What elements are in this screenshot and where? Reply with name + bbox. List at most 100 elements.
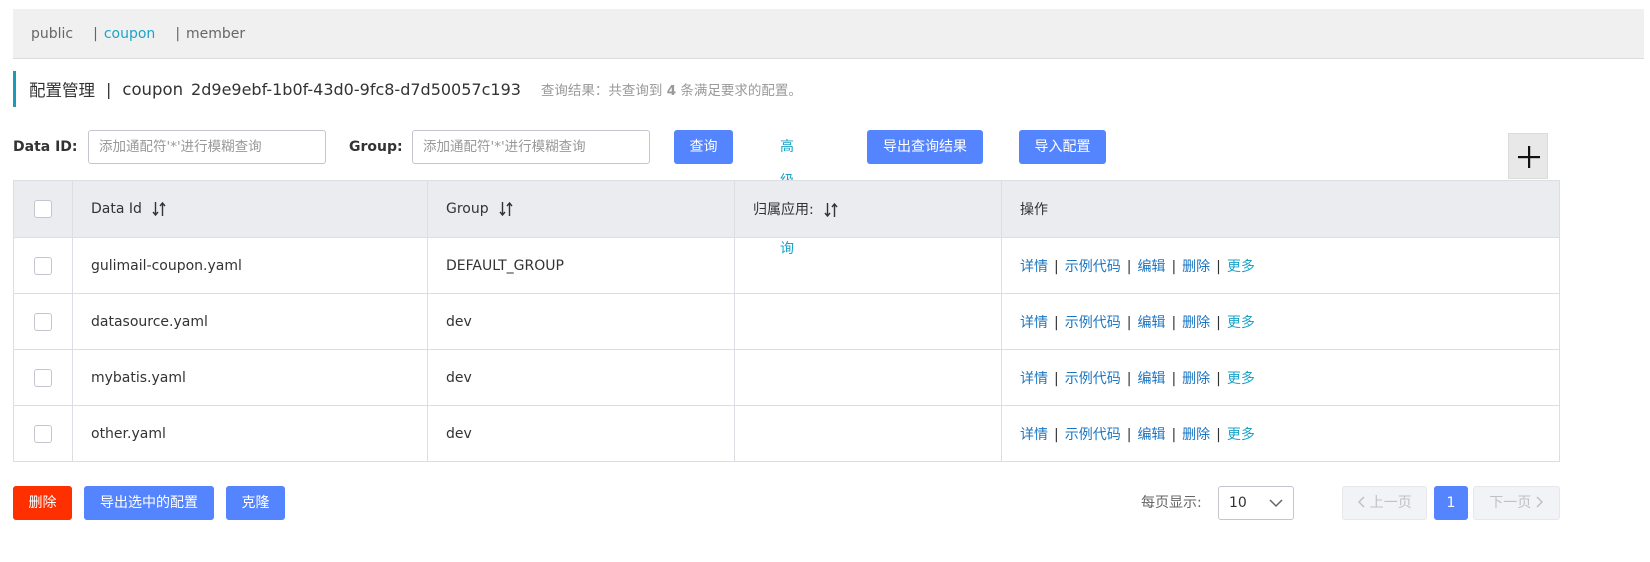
op-separator: | — [1054, 314, 1059, 331]
sample-code-link[interactable]: 示例代码 — [1065, 315, 1121, 331]
cell-app — [734, 293, 1002, 350]
sample-code-link[interactable]: 示例代码 — [1065, 427, 1121, 443]
query-button[interactable]: 查询 — [674, 130, 733, 164]
op-separator: | — [1171, 258, 1177, 275]
edit-link[interactable]: 编辑 — [1137, 259, 1165, 275]
next-page-button[interactable]: 下一页 — [1473, 486, 1560, 520]
advanced-query-link[interactable]: 高级查询 — [780, 130, 794, 257]
batch-delete-button[interactable]: 删除 — [13, 486, 72, 520]
sort-icon[interactable] — [824, 202, 838, 218]
current-page-button[interactable]: 1 — [1434, 486, 1468, 520]
table-header-row: Data Id Group 归属应用: 操作 — [13, 180, 1560, 238]
col-header-data-id-label: Data Id — [91, 201, 142, 217]
op-separator: | — [1054, 426, 1059, 443]
group-label: Group: — [349, 139, 403, 155]
import-config-button[interactable]: 导入配置 — [1019, 130, 1106, 164]
op-separator: | — [1054, 370, 1059, 387]
export-selected-button[interactable]: 导出选中的配置 — [84, 486, 214, 520]
cell-ops: 详情 | 示例代码 | 编辑 | 删除 | 更多 — [1001, 405, 1560, 462]
namespace-name: coupon — [122, 79, 184, 99]
cell-app — [734, 237, 1002, 294]
row-checkbox[interactable] — [34, 312, 52, 331]
query-result-summary: 查询结果：共查询到 4 条满足要求的配置。 — [541, 79, 802, 99]
delete-link[interactable]: 删除 — [1182, 259, 1210, 275]
op-separator: | — [1216, 426, 1221, 443]
sample-code-link[interactable]: 示例代码 — [1065, 259, 1121, 275]
cell-data-id: mybatis.yaml — [72, 349, 428, 406]
col-header-app[interactable]: 归属应用: — [734, 180, 1002, 238]
col-header-ops: 操作 — [1001, 180, 1560, 238]
sort-icon[interactable] — [152, 201, 166, 217]
row-checkbox[interactable] — [34, 368, 52, 387]
page-size-value: 10 — [1229, 495, 1247, 511]
cell-ops: 详情 | 示例代码 | 编辑 | 删除 | 更多 — [1001, 237, 1560, 294]
delete-link[interactable]: 删除 — [1182, 315, 1210, 331]
group-input[interactable] — [412, 130, 650, 164]
page-size-label: 每页显示: — [1141, 495, 1202, 511]
export-results-button[interactable]: 导出查询结果 — [867, 130, 983, 164]
namespace-member[interactable]: member — [186, 26, 245, 42]
prev-page-label: 上一页 — [1369, 495, 1412, 511]
clone-button[interactable]: 克隆 — [226, 486, 285, 520]
namespace-coupon[interactable]: coupon — [104, 26, 155, 42]
op-separator: | — [1216, 370, 1221, 387]
data-id-label: Data ID: — [13, 139, 78, 155]
result-count: 4 — [666, 83, 677, 99]
data-id-input[interactable] — [88, 130, 326, 164]
page-header: 配置管理 | coupon 2d9e9ebf-1b0f-43d0-9fc8-d7… — [13, 71, 802, 107]
namespace-bar: public | coupon | member — [13, 9, 1644, 59]
config-table: Data Id Group 归属应用: 操作 gulimail-coupon.y… — [13, 180, 1560, 462]
cell-data-id: datasource.yaml — [72, 293, 428, 350]
detail-link[interactable]: 详情 — [1020, 371, 1048, 387]
more-link[interactable]: 更多 — [1227, 371, 1255, 387]
cell-data-id: other.yaml — [72, 405, 428, 462]
namespace-public[interactable]: public — [31, 26, 73, 42]
table-row: gulimail-coupon.yaml DEFAULT_GROUP 详情 | 示例… — [13, 237, 1560, 294]
prev-page-button[interactable]: 上一页 — [1342, 486, 1427, 520]
op-separator: | — [1126, 314, 1132, 331]
result-prefix: 查询结果：共查询到 — [540, 83, 663, 99]
page-size-select[interactable]: 10 — [1218, 486, 1294, 520]
row-checkbox[interactable] — [34, 256, 52, 275]
cell-group: DEFAULT_GROUP — [427, 237, 735, 294]
table-row: other.yaml dev 详情 | 示例代码 | 编辑 | 删除 | 更多 — [13, 405, 1560, 462]
row-select-cell — [13, 237, 73, 294]
op-separator: | — [1054, 258, 1059, 275]
op-separator: | — [1216, 258, 1221, 275]
delete-link[interactable]: 删除 — [1182, 427, 1210, 443]
edit-link[interactable]: 编辑 — [1137, 315, 1165, 331]
add-config-button[interactable] — [1508, 133, 1548, 179]
more-link[interactable]: 更多 — [1227, 259, 1255, 275]
detail-link[interactable]: 详情 — [1020, 259, 1048, 275]
detail-link[interactable]: 详情 — [1020, 427, 1048, 443]
namespace-id: 2d9e9ebf-1b0f-43d0-9fc8-d7d50057c193 — [191, 79, 521, 99]
cell-group: dev — [427, 349, 735, 406]
row-checkbox[interactable] — [34, 424, 52, 443]
cell-ops: 详情 | 示例代码 | 编辑 | 删除 | 更多 — [1001, 349, 1560, 406]
op-separator: | — [1126, 426, 1132, 443]
col-header-data-id[interactable]: Data Id — [72, 180, 428, 238]
footer-bar: 删除 导出选中的配置 克隆 每页显示: 10 上一页 1 下一页 — [13, 486, 1560, 520]
select-all-cell — [13, 180, 73, 238]
sample-code-link[interactable]: 示例代码 — [1065, 371, 1121, 387]
select-all-checkbox[interactable] — [34, 200, 52, 218]
edit-link[interactable]: 编辑 — [1137, 427, 1165, 443]
table-row: mybatis.yaml dev 详情 | 示例代码 | 编辑 | 删除 | 更多 — [13, 349, 1560, 406]
sort-icon[interactable] — [499, 201, 513, 217]
table-row: datasource.yaml dev 详情 | 示例代码 | 编辑 | 删除 | 更多 — [13, 293, 1560, 350]
cell-app — [734, 349, 1002, 406]
detail-link[interactable]: 详情 — [1020, 315, 1048, 331]
row-select-cell — [13, 349, 73, 406]
more-link[interactable]: 更多 — [1227, 315, 1255, 331]
op-separator: | — [1171, 370, 1177, 387]
plus-icon — [1518, 146, 1540, 168]
cell-ops: 详情 | 示例代码 | 编辑 | 删除 | 更多 — [1001, 293, 1560, 350]
title-divider: | — [106, 79, 112, 99]
edit-link[interactable]: 编辑 — [1137, 371, 1165, 387]
namespace-separator: | — [175, 25, 181, 42]
op-separator: | — [1126, 370, 1132, 387]
cell-group: dev — [427, 405, 735, 462]
delete-link[interactable]: 删除 — [1182, 371, 1210, 387]
col-header-group[interactable]: Group — [427, 180, 735, 238]
more-link[interactable]: 更多 — [1227, 427, 1255, 443]
